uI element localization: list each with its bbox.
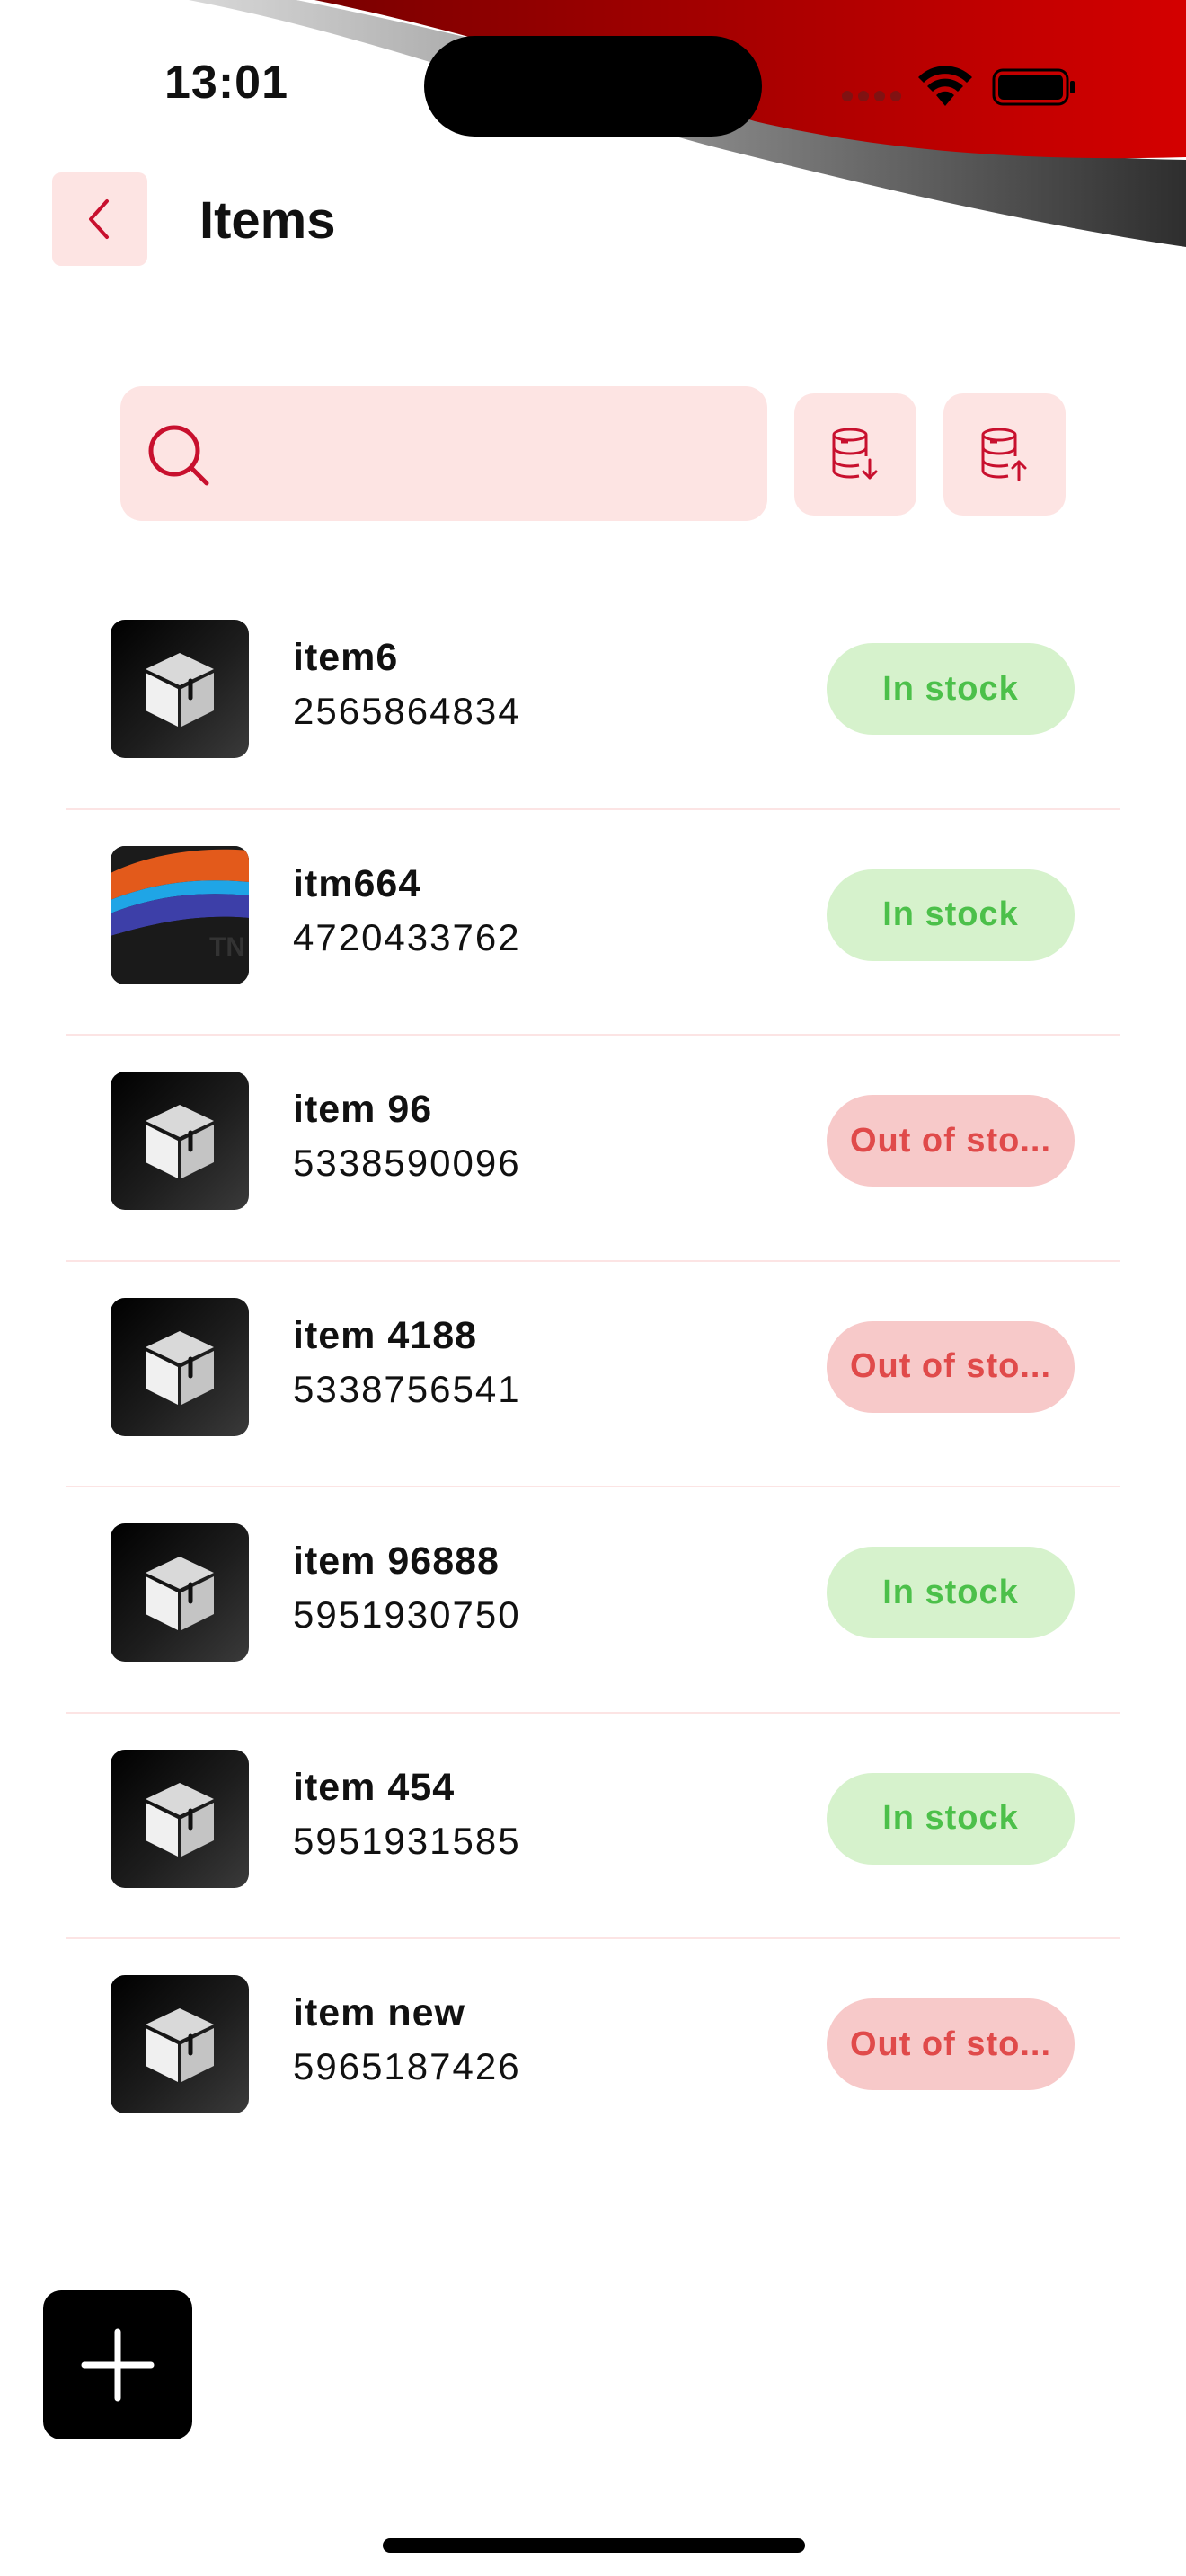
status-badge: Out of sto... <box>827 1998 1075 2090</box>
item-code: 5951931585 <box>293 1819 521 1862</box>
database-download-icon <box>832 428 878 480</box>
wifi-icon <box>918 66 972 106</box>
svg-text:TN: TN <box>209 932 245 962</box>
item-thumbnail <box>111 1523 249 1662</box>
status-badge: In stock <box>827 1547 1075 1638</box>
status-badge: In stock <box>827 869 1075 961</box>
list-item[interactable]: item6 2565864834 In stock <box>66 584 1120 810</box>
box-icon <box>146 1782 214 1857</box>
battery-icon <box>992 68 1075 106</box>
status-badge: Out of sto... <box>827 1095 1075 1187</box>
home-indicator <box>383 2538 805 2553</box>
box-icon <box>146 2008 214 2082</box>
page-title: Items <box>199 191 336 250</box>
box-icon <box>146 1557 214 1630</box>
item-thumbnail <box>111 1975 249 2113</box>
export-button[interactable] <box>943 393 1066 516</box>
item-name: item 96 <box>293 1088 433 1131</box>
dynamic-island <box>424 36 762 137</box>
status-bar: 13:01 <box>0 0 1186 162</box>
item-code: 5951930750 <box>293 1593 521 1636</box>
add-item-button[interactable] <box>43 2290 192 2439</box>
plus-icon <box>81 2328 155 2402</box>
list-item[interactable]: TN itm664 4720433762 In stock <box>66 810 1120 1036</box>
list-item[interactable]: item 96888 5951930750 In stock <box>66 1487 1120 1714</box>
item-thumbnail <box>111 620 249 758</box>
item-name: item6 <box>293 636 399 679</box>
item-code: 4720433762 <box>293 915 521 958</box>
item-name: item 96888 <box>293 1539 500 1583</box>
item-name: item new <box>293 1991 465 2034</box>
list-item[interactable]: item 4188 5338756541 Out of sto... <box>66 1262 1120 1487</box>
box-icon <box>146 1330 214 1405</box>
chevron-left-icon <box>89 199 109 239</box>
item-thumbnail <box>111 1072 249 1210</box>
cellular-signal-icon <box>842 91 901 101</box>
status-badge: Out of sto... <box>827 1320 1075 1413</box>
search-input[interactable] <box>228 386 749 521</box>
item-photo: TN <box>111 845 249 984</box>
list-item[interactable]: item new 5965187426 Out of sto... <box>66 1939 1120 2166</box>
database-upload-icon <box>981 428 1027 481</box>
item-thumbnail <box>111 1297 249 1436</box>
item-name: item 454 <box>293 1765 456 1809</box>
item-name: item 4188 <box>293 1313 478 1357</box>
item-code: 5338590096 <box>293 1142 521 1184</box>
status-badge: In stock <box>827 643 1075 735</box>
box-icon <box>146 1105 214 1178</box>
item-list: item6 2565864834 In stock TN itm664 4720… <box>66 584 1120 2166</box>
item-code: 2565864834 <box>293 690 521 732</box>
item-code: 5965187426 <box>293 2045 521 2087</box>
item-thumbnail-photo: TN <box>111 845 249 984</box>
search-box[interactable] <box>120 386 767 521</box>
item-code: 5338756541 <box>293 1367 521 1410</box>
status-time: 13:01 <box>164 57 288 109</box>
item-thumbnail <box>111 1749 249 1888</box>
search-icon <box>148 425 209 486</box>
status-badge: In stock <box>827 1772 1075 1865</box>
item-name: itm664 <box>293 861 421 905</box>
box-icon <box>146 653 214 727</box>
list-item[interactable]: item 96 5338590096 Out of sto... <box>66 1036 1120 1262</box>
list-item[interactable]: item 454 5951931585 In stock <box>66 1714 1120 1939</box>
back-button[interactable] <box>52 172 147 266</box>
import-button[interactable] <box>794 393 916 516</box>
